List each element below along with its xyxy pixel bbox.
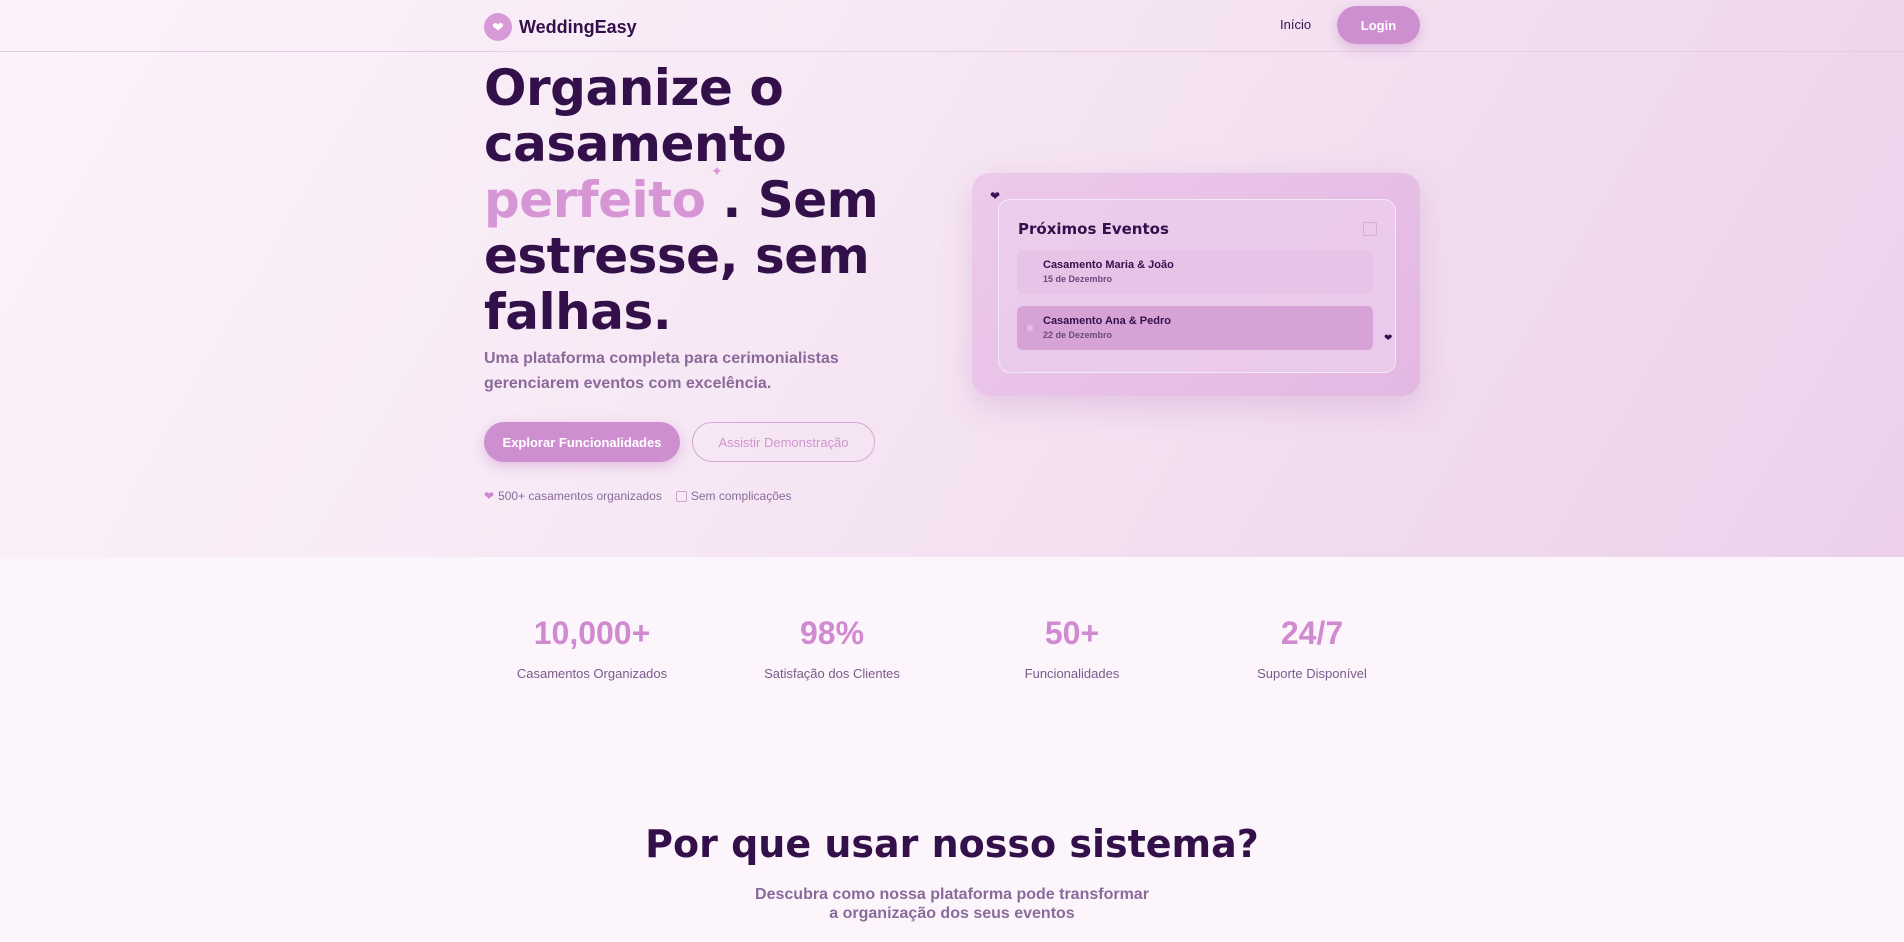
tag-no-complications-label: Sem complicações (690, 489, 792, 503)
heart-icon: ❤ (484, 13, 512, 41)
why-section-subtitle: Descubra como nossa plataforma pode tran… (755, 886, 1149, 922)
nav-link-inicio[interactable]: Início (1280, 17, 1311, 32)
headline-part1: Organize o casamento (484, 59, 787, 173)
sparkle-icon: ✦ (711, 163, 723, 179)
watch-demo-button[interactable]: Assistir Demonstração (692, 422, 875, 462)
upcoming-events-card: ❤ Próximos Eventos Casamento Maria & Joã… (972, 173, 1420, 396)
stat-label: Suporte Disponível (1257, 666, 1367, 681)
stat-satisfaction: 98% Satisfação dos Clientes (732, 615, 932, 681)
hero-subtitle: Uma plataforma completa para cerimoniali… (484, 350, 839, 392)
event-dot-icon (1027, 269, 1033, 275)
explore-features-button[interactable]: Explorar Funcionalidades (484, 422, 680, 462)
hero-background (0, 0, 1904, 557)
stat-label: Funcionalidades (1024, 666, 1120, 681)
stat-value: 24/7 (1280, 615, 1344, 651)
event-dot-icon (1027, 325, 1033, 331)
feature-tags: ❤ 500+ casamentos organizados Sem compli… (484, 489, 792, 503)
event-item[interactable]: Casamento Ana & Pedro 22 de Dezembro (1017, 306, 1373, 350)
stat-value: 10,000+ (533, 615, 651, 651)
event-date: 15 de Dezembro (1043, 274, 1113, 284)
site-header: ❤ WeddingEasy Início Login (0, 0, 1904, 52)
event-name: Casamento Maria & João (1043, 259, 1174, 271)
stat-value: 50+ (1044, 615, 1100, 651)
heart-icon: ❤ (1384, 333, 1393, 344)
events-panel: Próximos Eventos Casamento Maria & João … (998, 199, 1396, 373)
event-date: 22 de Dezembro (1043, 330, 1113, 340)
event-name: Casamento Ana & Pedro (1043, 315, 1171, 327)
stat-weddings: 10,000+ Casamentos Organizados (492, 615, 692, 681)
heart-icon: ❤ (990, 189, 1001, 203)
login-button[interactable]: Login (1337, 6, 1420, 44)
calendar-icon (1363, 222, 1377, 236)
stat-features: 50+ Funcionalidades (972, 615, 1172, 681)
heart-icon: ❤ (484, 489, 495, 503)
headline-highlight: perfeito (484, 171, 706, 229)
hero-headline: Organize o casamento perfeito . Sem estr… (484, 60, 904, 340)
events-title: Próximos Eventos (1018, 220, 1169, 238)
calendar-icon (675, 490, 687, 502)
brand-name: WeddingEasy (519, 16, 637, 37)
brand-logo[interactable]: ❤ WeddingEasy (484, 13, 637, 41)
tag-weddings-label: 500+ casamentos organizados (498, 489, 662, 503)
why-section-title: Por que usar nosso sistema? (645, 822, 1259, 866)
stat-value: 98% (799, 615, 865, 651)
tag-no-complications: Sem complicações (675, 489, 792, 503)
tag-weddings: ❤ 500+ casamentos organizados (484, 489, 662, 503)
stat-support: 24/7 Suporte Disponível (1212, 615, 1412, 681)
stat-label: Satisfação dos Clientes (764, 666, 900, 681)
stat-label: Casamentos Organizados (516, 666, 668, 681)
event-item[interactable]: Casamento Maria & João 15 de Dezembro (1017, 250, 1373, 294)
